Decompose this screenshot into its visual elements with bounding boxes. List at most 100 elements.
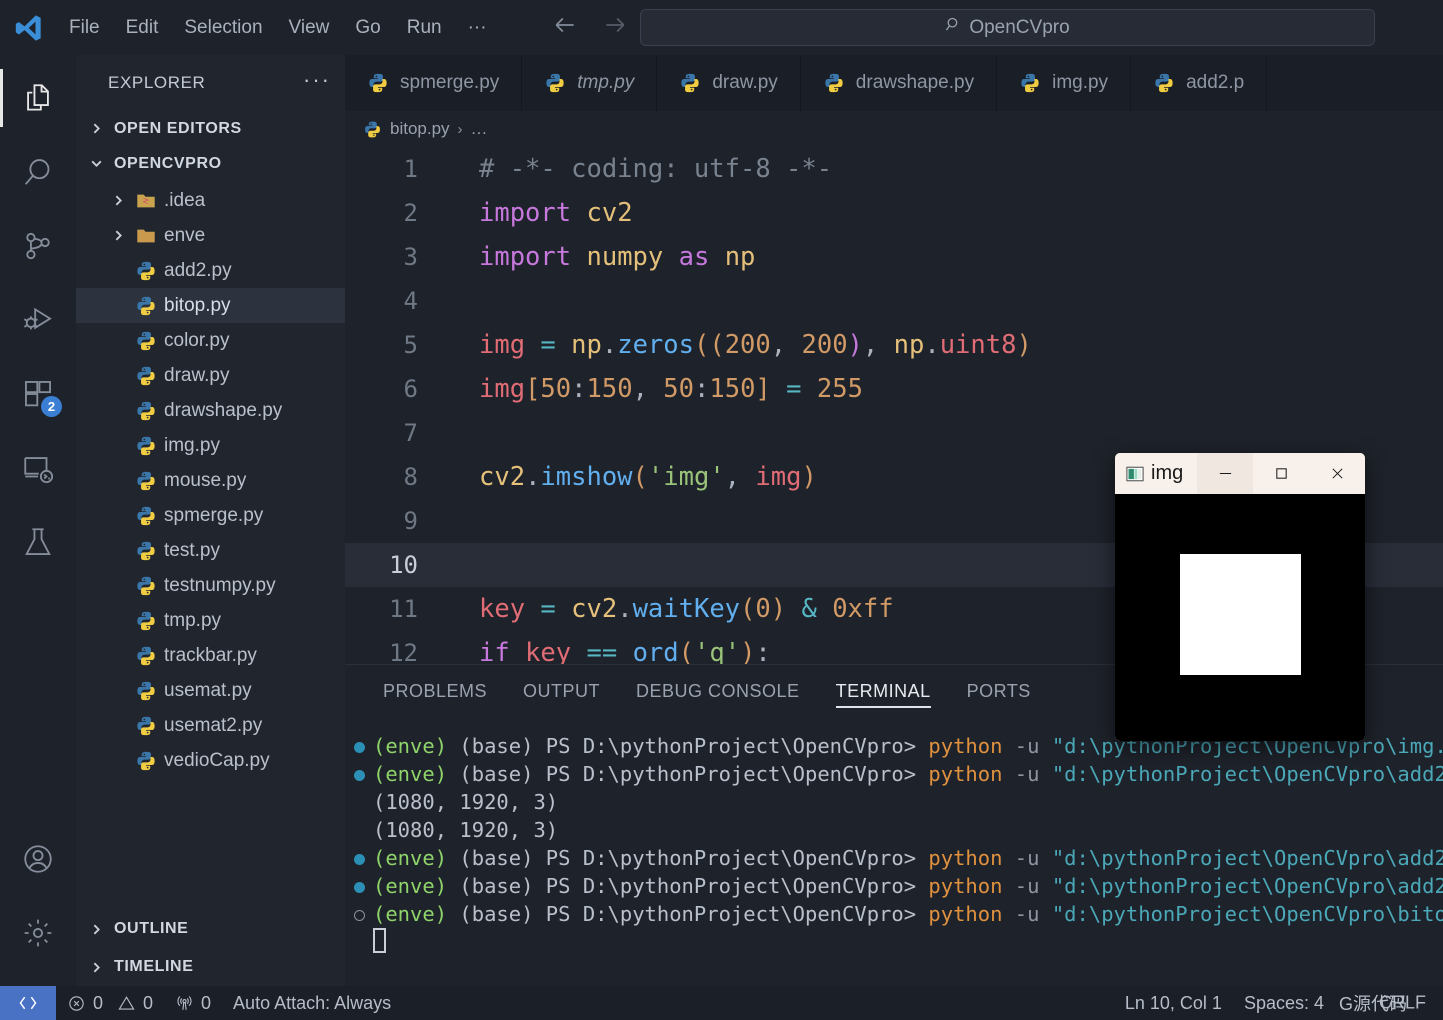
minimize-icon[interactable] xyxy=(1197,453,1253,494)
gear-icon[interactable] xyxy=(0,896,76,970)
line-number: 1 xyxy=(403,155,418,183)
cursor-position-label: Ln 10, Col 1 xyxy=(1124,992,1222,1013)
code-line[interactable]: 6 img[50:150, 50:150] = 255 xyxy=(345,367,1443,411)
tree-item-label: .idea xyxy=(164,189,206,211)
arrow-left-icon[interactable] xyxy=(552,12,578,43)
status-auto-attach[interactable]: Auto Attach: Always xyxy=(222,993,402,1014)
status-encoding-eol-overlap[interactable]: G源代码 CRLF xyxy=(1335,986,1443,1020)
tree-item-test[interactable]: test.py xyxy=(76,533,345,568)
sidebar-item-remote-explorer[interactable] xyxy=(0,431,76,505)
terminal-line-text: (enve) (base) PS D:\pythonProject\OpenCV… xyxy=(373,846,1443,870)
python-file-icon xyxy=(134,435,158,457)
opencv-image-window[interactable]: img xyxy=(1115,453,1365,741)
tab-draw[interactable]: draw.py xyxy=(657,55,801,111)
menu-go[interactable]: Go xyxy=(342,13,393,43)
sidebar-item-search[interactable] xyxy=(0,135,76,209)
navigation-arrows xyxy=(552,12,628,43)
line-number: 10 xyxy=(389,551,418,579)
sidebar-item-explorer[interactable] xyxy=(0,61,76,135)
tree-item-label: spmerge.py xyxy=(164,504,264,526)
sidebar-item-extensions[interactable]: 2 xyxy=(0,357,76,431)
sidebar-item-source-control[interactable] xyxy=(0,209,76,283)
section-outline[interactable]: OUTLINE xyxy=(76,910,345,948)
code-line[interactable]: 1 # -*- coding: utf-8 -*- xyxy=(345,147,1443,191)
command-marker-icon xyxy=(345,852,373,865)
line-number: 3 xyxy=(403,243,418,271)
tab-spmerge[interactable]: spmerge.py xyxy=(345,55,523,111)
tree-item-enve[interactable]: enve xyxy=(76,218,345,253)
code-line[interactable]: 5 img = np.zeros((200, 200), np.uint8) xyxy=(345,323,1443,367)
tree-item-color[interactable]: color.py xyxy=(76,323,345,358)
code-line[interactable]: 4 xyxy=(345,279,1443,323)
tab-drawshape[interactable]: drawshape.py xyxy=(800,55,998,111)
status-cursor-position[interactable]: Ln 10, Col 1 xyxy=(1114,993,1233,1014)
tab-problems[interactable]: PROBLEMS xyxy=(365,665,505,718)
explorer-more-actions[interactable]: ··· xyxy=(303,69,331,91)
status-indentation[interactable]: Spaces: 4 xyxy=(1233,993,1335,1014)
tree-item-vediocap[interactable]: vedioCap.py xyxy=(76,743,345,778)
tree-item-testnumpy[interactable]: testnumpy.py xyxy=(76,568,345,603)
tree-item-add2[interactable]: add2.py xyxy=(76,253,345,288)
status-problems[interactable]: 0 0 xyxy=(56,993,164,1014)
tree-item-img[interactable]: img.py xyxy=(76,428,345,463)
tab-debug-console[interactable]: DEBUG CONSOLE xyxy=(618,665,818,718)
tab-label: tmp.py xyxy=(577,72,635,93)
code-line[interactable]: 2 import cv2 xyxy=(345,191,1443,235)
vscode-window: File Edit Selection View Go Run ··· Open… xyxy=(0,0,1443,1020)
section-opencvpro[interactable]: OPENCVPRO xyxy=(76,146,345,181)
menu-more[interactable]: ··· xyxy=(455,13,500,43)
close-icon[interactable] xyxy=(1309,453,1365,494)
search-input[interactable]: OpenCVpro xyxy=(640,9,1375,46)
code-line[interactable]: 3 import numpy as np xyxy=(345,235,1443,279)
breadcrumb-more[interactable]: … xyxy=(471,119,489,139)
tree-item-draw[interactable]: draw.py xyxy=(76,358,345,393)
menu-edit[interactable]: Edit xyxy=(113,13,172,43)
tree-item-tmp[interactable]: tmp.py xyxy=(76,603,345,638)
code-line[interactable]: 7 xyxy=(345,411,1443,455)
breadcrumb: bitop.py › … xyxy=(345,111,1443,147)
cv-image-canvas xyxy=(1115,494,1365,741)
tab-terminal[interactable]: TERMINAL xyxy=(818,665,949,718)
tree-item-spmerge[interactable]: spmerge.py xyxy=(76,498,345,533)
account-icon[interactable] xyxy=(0,822,76,896)
tab-tmp[interactable]: tmp.py xyxy=(522,55,658,111)
tab-output[interactable]: OUTPUT xyxy=(505,665,618,718)
tree-item-drawshape[interactable]: drawshape.py xyxy=(76,393,345,428)
terminal-output[interactable]: (enve) (base) PS D:\pythonProject\OpenCV… xyxy=(345,718,1443,986)
tree-item-idea[interactable]: .idea xyxy=(76,183,345,218)
menu-view[interactable]: View xyxy=(276,13,343,43)
tree-item-usemat2[interactable]: usemat2.py xyxy=(76,708,345,743)
warning-count: 0 xyxy=(143,992,154,1013)
python-file-icon xyxy=(134,645,158,667)
tab-img[interactable]: img.py xyxy=(997,55,1132,111)
line-number: 9 xyxy=(403,507,418,535)
arrow-right-icon[interactable] xyxy=(602,12,628,43)
vscode-logo-icon xyxy=(0,0,56,55)
python-file-icon xyxy=(681,73,699,93)
python-file-icon xyxy=(134,400,158,422)
tree-item-usemat[interactable]: usemat.py xyxy=(76,673,345,708)
tree-item-bitop[interactable]: bitop.py xyxy=(76,288,345,323)
sidebar-item-run-and-debug[interactable] xyxy=(0,283,76,357)
code-line-text: img = np.zeros((200, 200), np.uint8) xyxy=(479,330,1032,360)
tab-add2[interactable]: add2.p xyxy=(1131,55,1268,111)
menu-selection[interactable]: Selection xyxy=(171,13,275,43)
tab-ports[interactable]: PORTS xyxy=(949,665,1049,718)
status-ports[interactable]: 0 xyxy=(164,993,222,1014)
section-open-editors[interactable]: OPEN EDITORS xyxy=(76,111,345,146)
code-line-text xyxy=(434,279,479,323)
menu-file[interactable]: File xyxy=(56,13,113,43)
remote-indicator-icon[interactable] xyxy=(0,986,56,1020)
eol-label: CRLF xyxy=(1379,992,1427,1013)
tree-item-trackbar[interactable]: trackbar.py xyxy=(76,638,345,673)
maximize-icon[interactable] xyxy=(1253,453,1309,494)
activity-bar: 2 xyxy=(0,55,76,986)
sidebar-item-testing[interactable] xyxy=(0,505,76,579)
section-timeline[interactable]: TIMELINE xyxy=(76,948,345,986)
explorer-header: EXPLORER ··· xyxy=(76,55,345,111)
tree-item-mouse[interactable]: mouse.py xyxy=(76,463,345,498)
menu-run[interactable]: Run xyxy=(394,13,455,43)
breadcrumb-file[interactable]: bitop.py xyxy=(390,119,450,139)
terminal-line: (enve) (base) PS D:\pythonProject\OpenCV… xyxy=(345,760,1443,788)
chevron-right-icon xyxy=(86,957,106,977)
